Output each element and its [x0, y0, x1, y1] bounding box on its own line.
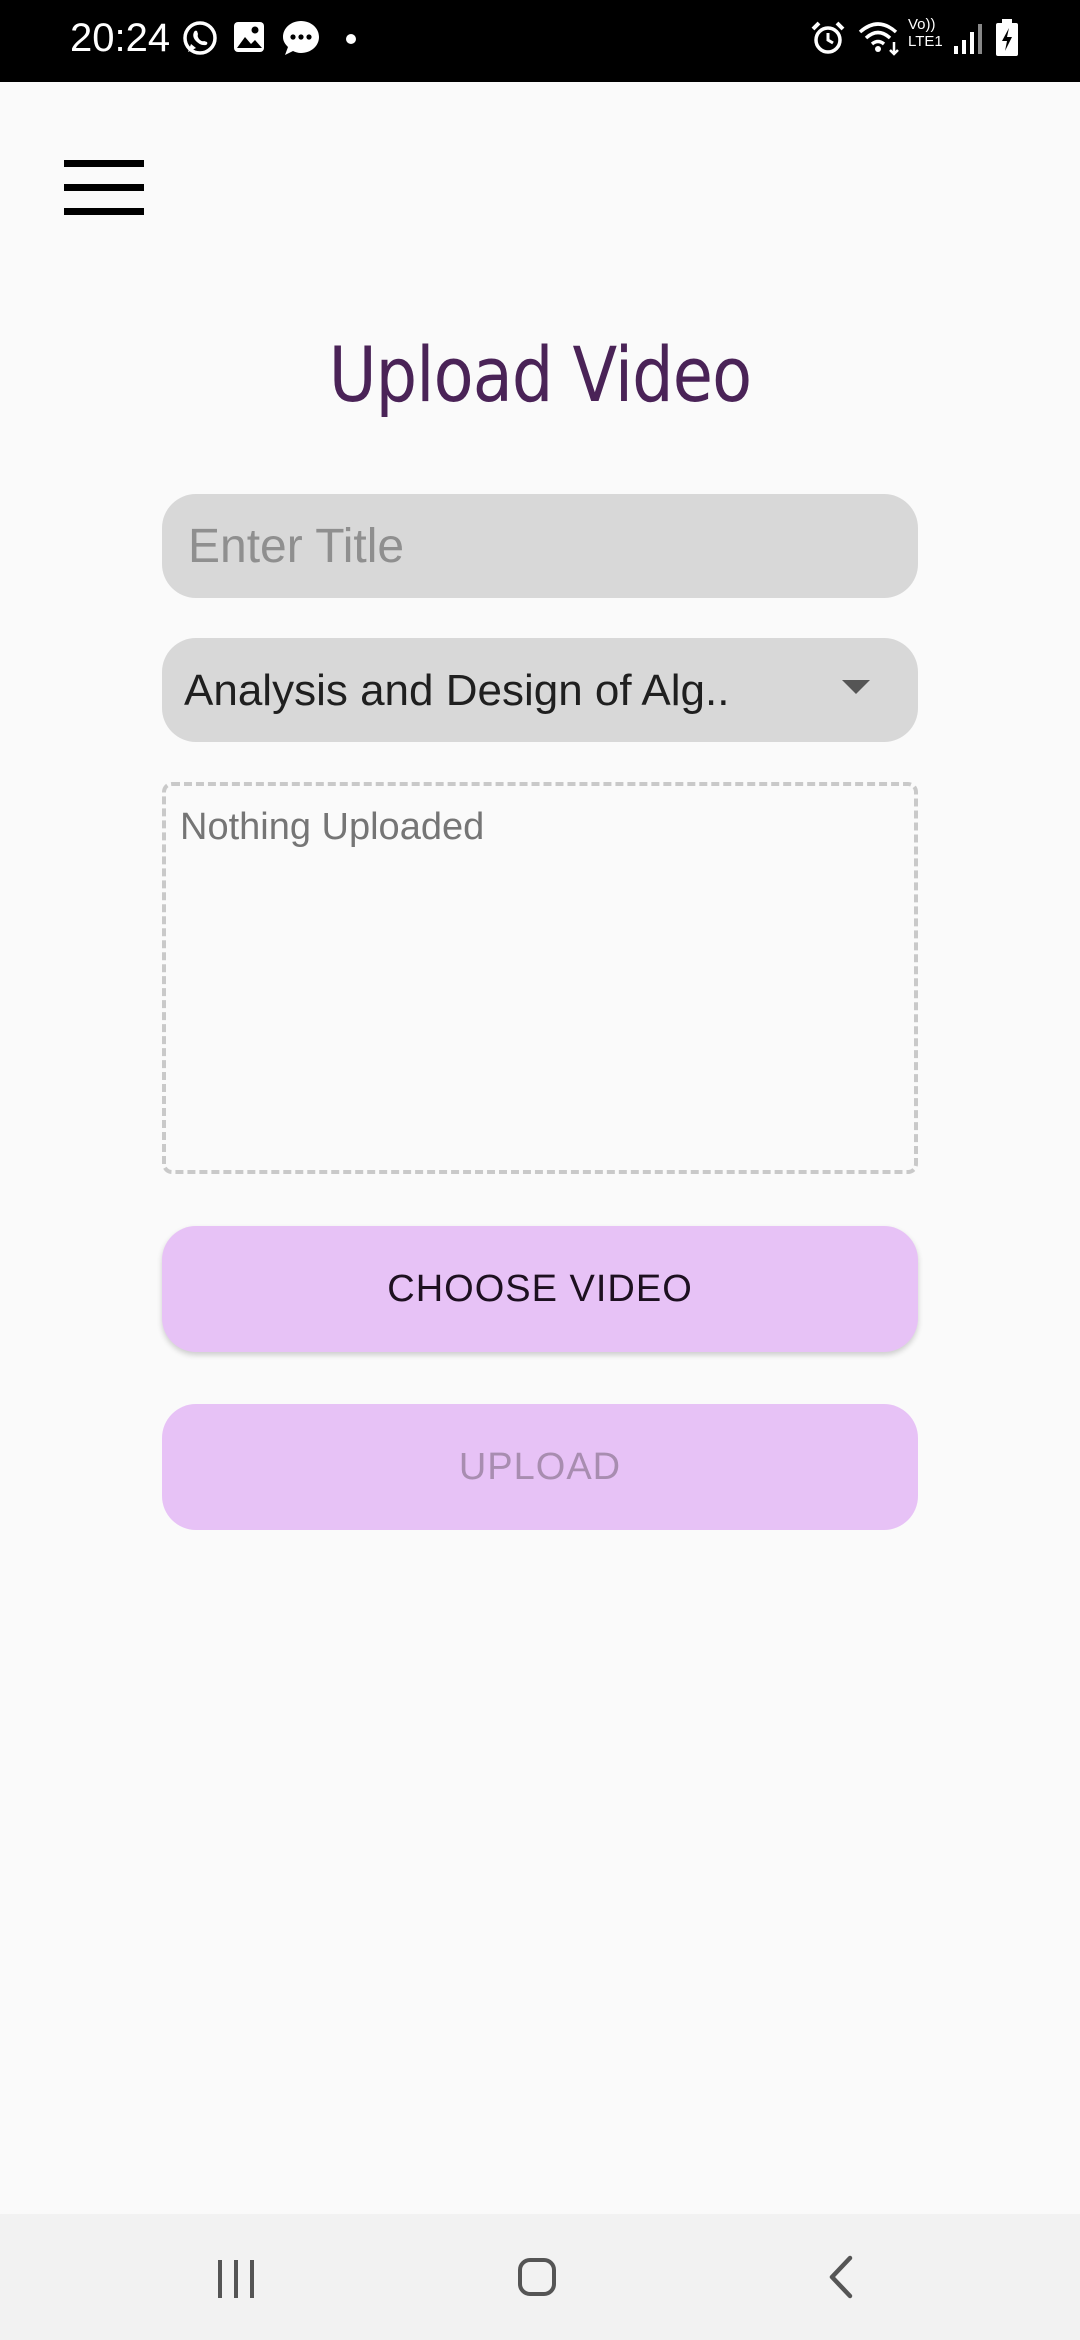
hamburger-menu-icon[interactable]: [64, 160, 146, 218]
dot-icon: [346, 34, 356, 44]
volte-icon: Vo)) LTE1: [908, 16, 948, 50]
volte-label: Vo)): [908, 16, 936, 33]
title-input[interactable]: [162, 494, 918, 598]
page-title: Upload Video: [328, 330, 752, 419]
upload-button[interactable]: UPLOAD: [162, 1404, 918, 1530]
subject-dropdown-value: Analysis and Design of Alg..: [184, 666, 730, 715]
whatsapp-icon: [183, 21, 217, 55]
gallery-icon: [234, 22, 264, 52]
alarm-icon: [811, 21, 845, 54]
messages-icon: [283, 21, 319, 55]
battery-charging-icon: [996, 19, 1018, 56]
subject-dropdown[interactable]: Analysis and Design of Alg..: [162, 638, 918, 742]
status-time: 20:24: [70, 16, 171, 60]
navigation-bar: [0, 2214, 1080, 2340]
video-preview-area: Nothing Uploaded: [162, 782, 918, 1174]
preview-status-text: Nothing Uploaded: [180, 806, 485, 848]
wifi-icon: [858, 22, 899, 56]
back-icon[interactable]: [826, 2254, 856, 2300]
signal-icon: [954, 24, 982, 54]
caret-down-icon: [842, 680, 870, 694]
status-icons-right: Vo)) LTE1: [810, 14, 1040, 68]
lte-label: LTE1: [908, 33, 943, 50]
status-bar: 20:24 Vo)) LTE1: [0, 0, 1080, 82]
home-icon[interactable]: [518, 2258, 556, 2296]
choose-video-button[interactable]: CHOOSE VIDEO: [162, 1226, 918, 1352]
recents-icon[interactable]: [218, 2260, 258, 2298]
